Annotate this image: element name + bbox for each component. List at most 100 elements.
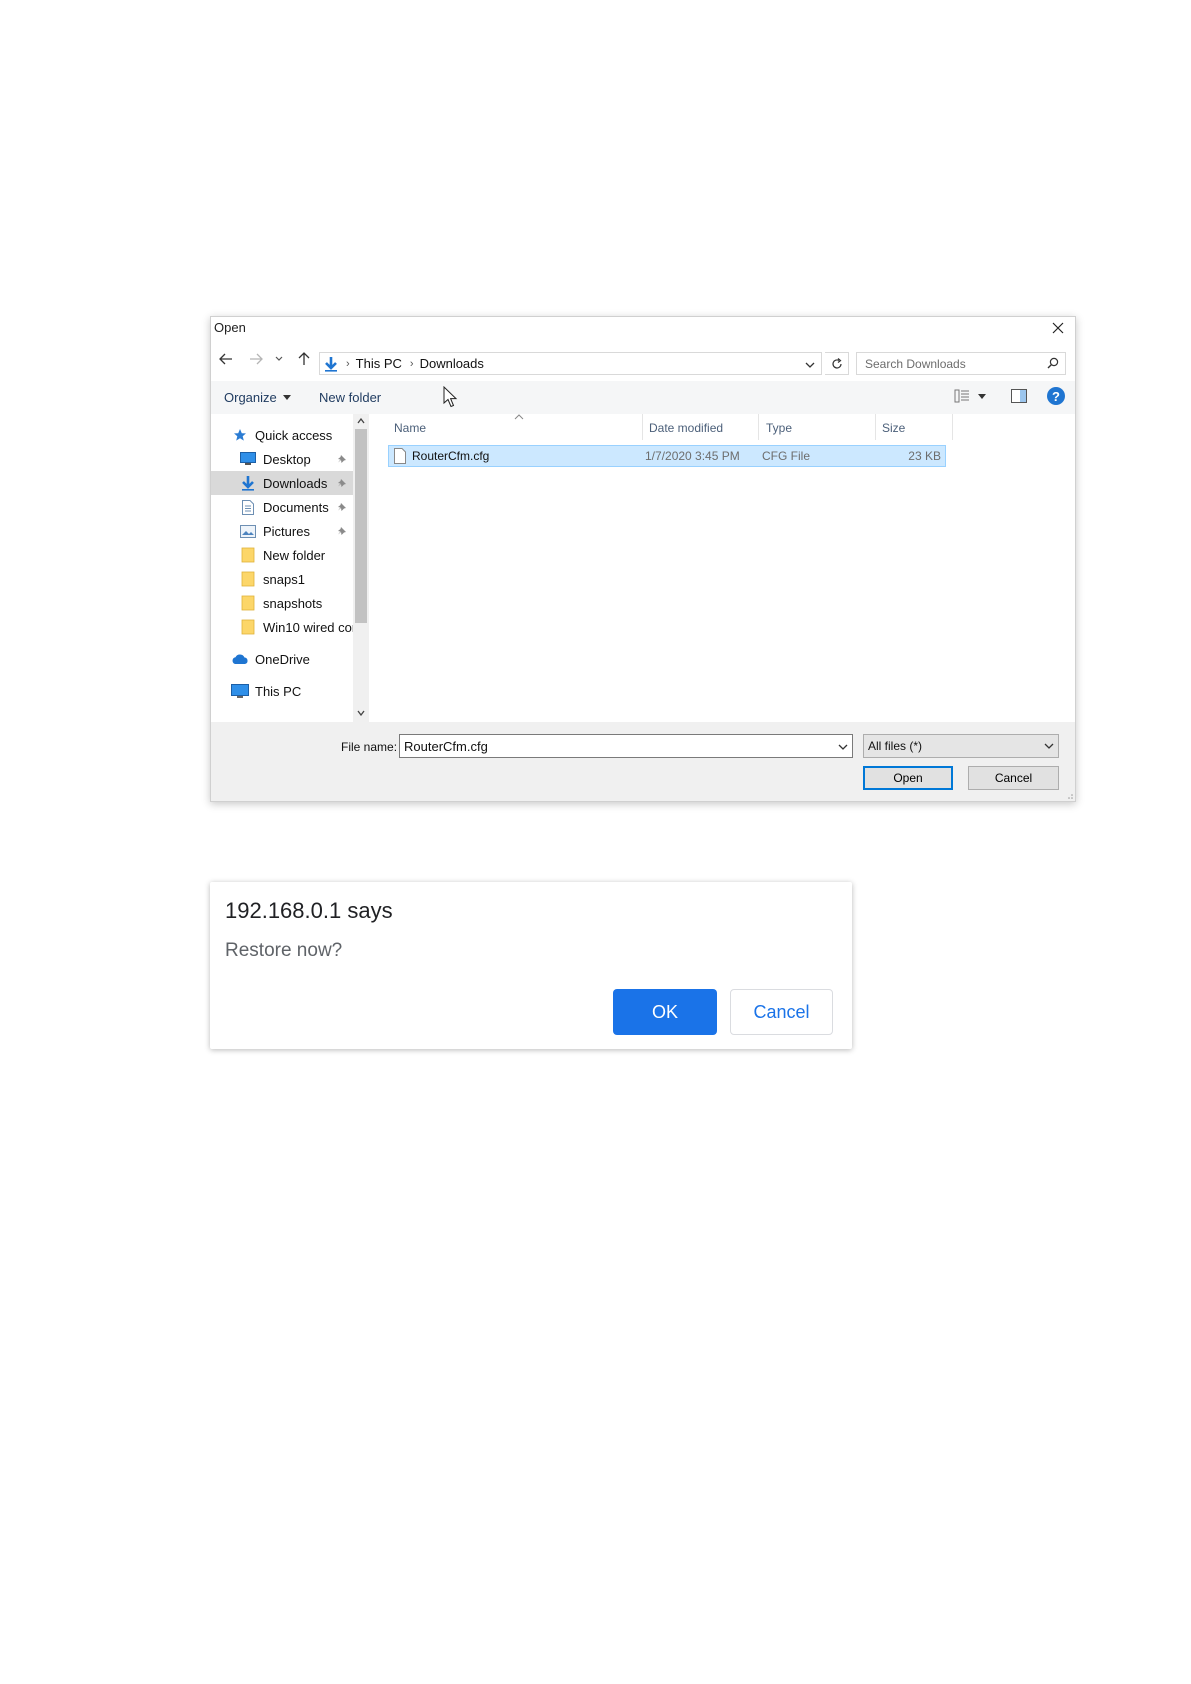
nav-item-label: snapshots <box>263 595 323 611</box>
preview-pane-icon[interactable] <box>1011 389 1027 408</box>
nav-item-documents[interactable]: Documents <box>211 495 353 519</box>
file-icon <box>394 448 406 464</box>
forward-arrow-icon[interactable] <box>247 350 265 368</box>
pictures-icon <box>239 523 257 539</box>
nav-item-quick-access[interactable]: Quick access <box>211 423 353 447</box>
confirm-cancel-button[interactable]: Cancel <box>730 989 833 1035</box>
address-dropdown-chevron-icon[interactable] <box>805 357 815 372</box>
breadcrumb-separator-icon: › <box>346 357 350 370</box>
nav-item-label: Documents <box>263 499 329 515</box>
file-row-routercfm[interactable]: RouterCfm.cfg 1/7/2020 3:45 PM CFG File … <box>388 445 946 467</box>
column-divider[interactable] <box>642 414 643 440</box>
nav-item-downloads[interactable]: Downloads <box>211 471 353 495</box>
file-type: CFG File <box>762 449 810 463</box>
search-placeholder: Search Downloads <box>865 357 966 371</box>
chevron-down-icon <box>1044 739 1054 753</box>
scroll-down-icon[interactable] <box>357 710 365 716</box>
up-arrow-icon[interactable] <box>295 350 313 368</box>
file-name-input[interactable]: RouterCfm.cfg <box>399 734 853 758</box>
open-file-dialog: Open › This PC › Downloads Search Downlo… <box>210 316 1076 802</box>
nav-item-snaps1[interactable]: snaps1 <box>211 567 353 591</box>
pin-icon <box>337 500 347 515</box>
nav-item-this-pc[interactable]: This PC <box>211 679 353 703</box>
nav-item-label: Quick access <box>255 427 333 443</box>
file-type-filter-value: All files (*) <box>868 739 923 753</box>
breadcrumb-downloads[interactable]: Downloads <box>420 356 484 371</box>
download-arrow-icon <box>324 356 338 372</box>
nav-item-label: New folder <box>263 547 326 563</box>
nav-item-label: Downloads <box>263 475 328 491</box>
nav-item-snapshots[interactable]: snapshots <box>211 591 353 615</box>
pin-icon <box>337 452 347 467</box>
nav-item-desktop[interactable]: Desktop <box>211 447 353 471</box>
ok-button[interactable]: OK <box>613 989 717 1035</box>
open-button[interactable]: Open <box>863 766 953 790</box>
recent-locations-chevron-icon[interactable] <box>270 350 288 368</box>
column-divider[interactable] <box>758 414 759 440</box>
close-icon[interactable] <box>1045 317 1071 339</box>
confirm-dialog: 192.168.0.1 says Restore now? OK Cancel <box>210 882 852 1049</box>
file-type-filter-select[interactable]: All files (*) <box>863 734 1059 758</box>
folder-icon <box>239 547 257 563</box>
nav-item-label: snaps1 <box>263 571 305 587</box>
folder-icon <box>239 619 257 635</box>
nav-scrollbar-thumb[interactable] <box>355 429 367 623</box>
nav-item-label: OneDrive <box>255 651 310 667</box>
command-bar: Organize New folder ? <box>211 381 1075 414</box>
column-divider[interactable] <box>875 414 876 440</box>
address-bar[interactable]: › This PC › Downloads <box>319 352 822 375</box>
search-input[interactable]: Search Downloads <box>856 352 1066 375</box>
back-arrow-icon[interactable] <box>217 350 235 368</box>
new-folder-button[interactable]: New folder <box>319 390 381 405</box>
dialog-footer: File name: RouterCfm.cfg All files (*) O… <box>211 722 1075 801</box>
document-icon <box>239 499 257 515</box>
file-name-label: File name: <box>341 740 398 754</box>
nav-item-new-folder[interactable]: New folder <box>211 543 353 567</box>
file-date-modified: 1/7/2020 3:45 PM <box>645 449 740 463</box>
refresh-icon[interactable] <box>825 352 849 375</box>
nav-item-label: Pictures <box>263 523 310 539</box>
confirm-message: Restore now? <box>225 940 343 961</box>
breadcrumb-separator-icon: › <box>409 357 414 370</box>
mouse-cursor-icon <box>443 386 458 408</box>
desktop-icon <box>239 451 257 467</box>
cloud-icon <box>231 651 249 667</box>
file-name-value: RouterCfm.cfg <box>404 739 488 754</box>
chevron-down-icon[interactable] <box>838 739 848 754</box>
file-list: Name Date modified Type Size RouterCfm.c… <box>369 414 1075 722</box>
details-view-icon <box>954 389 969 403</box>
organize-button[interactable]: Organize <box>224 390 291 405</box>
nav-item-label: Desktop <box>263 451 311 467</box>
cancel-button[interactable]: Cancel <box>968 766 1059 790</box>
nav-item-label: This PC <box>255 683 302 699</box>
caret-down-icon <box>978 393 986 399</box>
dialog-title: Open <box>214 320 246 335</box>
confirm-title: 192.168.0.1 says <box>225 898 393 923</box>
resize-grip-icon[interactable] <box>1065 791 1073 799</box>
nav-item-win10-wired[interactable]: Win10 wired cor <box>211 615 353 639</box>
nav-item-pictures[interactable]: Pictures <box>211 519 353 543</box>
column-header-type[interactable]: Type <box>766 421 792 435</box>
search-icon <box>1047 357 1059 372</box>
download-arrow-icon <box>239 475 257 491</box>
column-header-date-modified[interactable]: Date modified <box>649 421 723 435</box>
pin-icon <box>337 476 347 491</box>
folder-icon <box>239 571 257 587</box>
breadcrumb-this-pc[interactable]: This PC <box>356 356 402 371</box>
folder-icon <box>239 595 257 611</box>
star-icon <box>231 427 249 443</box>
sort-ascending-icon <box>514 414 524 420</box>
column-header-name[interactable]: Name <box>394 421 426 435</box>
column-divider[interactable] <box>952 414 953 440</box>
computer-icon <box>231 683 249 699</box>
caret-down-icon <box>282 395 291 400</box>
column-header-size[interactable]: Size <box>882 421 905 435</box>
organize-label: Organize <box>224 390 277 405</box>
change-view-button[interactable] <box>954 389 986 403</box>
nav-item-onedrive[interactable]: OneDrive <box>211 647 353 671</box>
pin-icon <box>337 524 347 539</box>
file-size: 23 KB <box>908 449 941 463</box>
nav-item-label: Win10 wired cor <box>263 619 353 635</box>
scroll-up-icon[interactable] <box>357 418 365 424</box>
help-icon[interactable]: ? <box>1047 387 1065 405</box>
